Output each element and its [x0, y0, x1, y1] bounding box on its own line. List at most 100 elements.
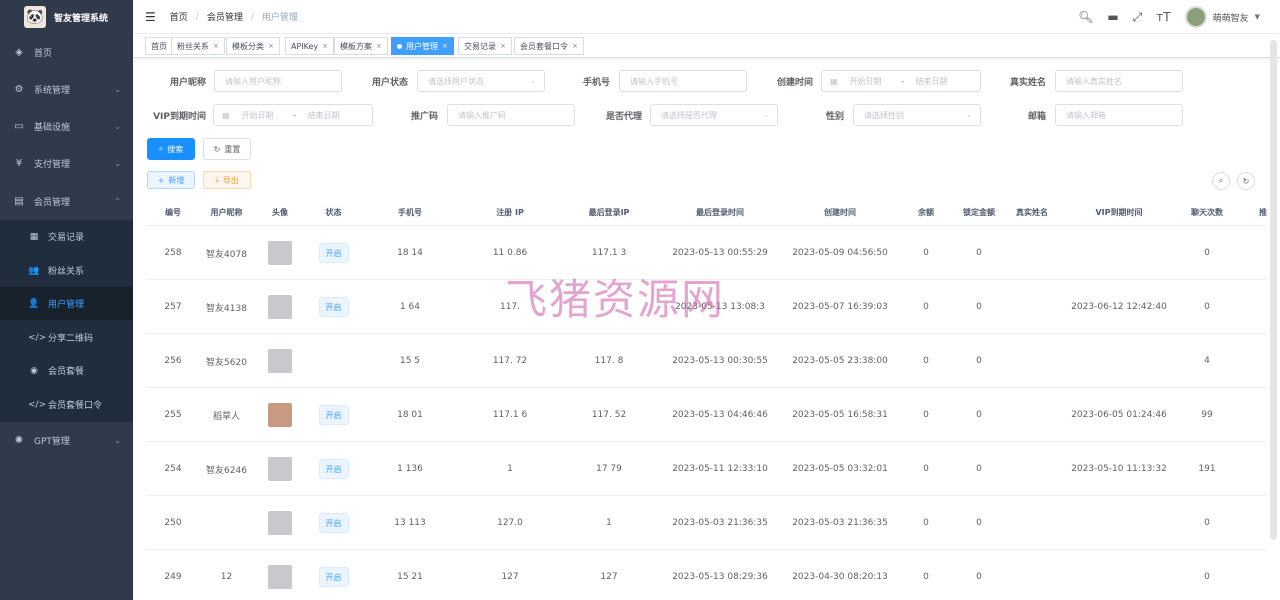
fullscreen-icon[interactable]: ⤢: [1133, 10, 1143, 25]
avatar[interactable]: [1184, 6, 1207, 28]
table-row[interactable]: 257 智友4138 开启 1 64 117. 2023-05-13 13:08:3 202…: [147, 280, 1267, 334]
phone-input[interactable]: 请输入手机号: [619, 70, 747, 92]
dashboard-icon: ◈: [15, 47, 23, 58]
table-row[interactable]: 258 智友4078 开启 18 14 11 0.86 117.1 3 2023-05-13…: [147, 226, 1267, 280]
sidebar-item-users[interactable]: 👤 用户管理: [0, 287, 133, 320]
col-created-time[interactable]: 创建时间: [783, 198, 897, 226]
sidebar-item-infra[interactable]: ▭ 基础设施 ⌄: [0, 108, 133, 145]
hamburger-icon[interactable]: ☰: [145, 10, 156, 24]
col-real-name[interactable]: 真实姓名: [1003, 198, 1061, 226]
search-icon[interactable]: 🔍︎: [1078, 10, 1093, 24]
reset-button[interactable]: ↻ 重置: [203, 138, 251, 160]
promo-code-input[interactable]: 请输入推广码: [447, 104, 575, 126]
status-select[interactable]: 请选择用户状态 ⌄: [417, 70, 545, 92]
col-avatar[interactable]: 头像: [254, 198, 306, 226]
font-size-icon[interactable]: тT: [1156, 10, 1170, 24]
agent-label: 是否代理: [605, 112, 642, 122]
cell-vip: [1061, 334, 1177, 388]
cell-realname: [1003, 442, 1061, 496]
sidebar-item-plans[interactable]: ◉ 会员套餐: [0, 354, 133, 387]
col-phone[interactable]: 手机号: [361, 198, 459, 226]
sidebar-item-payment[interactable]: ¥ 支付管理 ⌄: [0, 145, 133, 182]
col-status[interactable]: 状态: [306, 198, 361, 226]
sidebar-item-member[interactable]: ▤ 会员管理 ⌃: [0, 183, 133, 220]
col-locked-amount[interactable]: 锁定金额: [955, 198, 1003, 226]
col-last-login-ip[interactable]: 最后登录IP: [561, 198, 657, 226]
user-name[interactable]: 萌萌智友: [1213, 11, 1249, 24]
tag-template-plan[interactable]: 模板方案 ×: [334, 37, 388, 55]
col-balance[interactable]: 余额: [897, 198, 955, 226]
table-row[interactable]: 256 智友5620 15 5 117. 72 117. 8 2023-05-13 00:…: [147, 334, 1267, 388]
table-row[interactable]: 250 开启 13 113 127.0 1 2023-05-03 21:36:35 2023…: [147, 496, 1267, 550]
agent-select[interactable]: 请选择是否代理 ⌄: [650, 104, 778, 126]
tag-transactions[interactable]: 交易记录 ×: [458, 37, 512, 55]
tag-user-management[interactable]: 用户管理 ×: [391, 37, 454, 55]
status-badge[interactable]: 开启: [318, 405, 349, 425]
scrollbar[interactable]: [1270, 40, 1277, 540]
message-icon[interactable]: ▬: [1107, 10, 1118, 24]
status-badge[interactable]: 开启: [318, 243, 349, 263]
search-button[interactable]: ⌕ 搜索: [147, 138, 195, 160]
tag-home[interactable]: 首页: [145, 37, 173, 55]
table-row[interactable]: 249 12 开启 15 21 127 127 2023-05-13 08:29:36 202…: [147, 550, 1267, 600]
close-icon[interactable]: ×: [322, 42, 328, 50]
promo-code-label: 推广码: [410, 112, 438, 122]
caret-down-icon[interactable]: ▼: [1255, 13, 1260, 21]
close-icon[interactable]: ×: [442, 42, 448, 50]
col-nickname[interactable]: 用户昵称: [199, 198, 254, 226]
tag-template-category[interactable]: 模板分类 ×: [226, 37, 280, 55]
export-button[interactable]: ⤓ 导出: [203, 171, 251, 189]
table-row[interactable]: 255 稻草人 开启 18 01 117.1 6 117. 52 2023-05-13 04…: [147, 388, 1267, 442]
status-badge[interactable]: 开启: [318, 459, 349, 479]
sidebar-item-label: 粉丝关系: [48, 267, 85, 277]
avatar[interactable]: [268, 241, 292, 265]
cell-last-ip: 117. 8: [594, 356, 624, 366]
col-vip-expire[interactable]: VIP到期时间: [1061, 198, 1177, 226]
close-icon[interactable]: ×: [500, 42, 506, 50]
cell-phone: 15 5: [399, 356, 421, 366]
sidebar-item-home[interactable]: ◈ 首页: [0, 34, 133, 71]
refresh-button[interactable]: ↻: [1237, 172, 1255, 190]
sidebar-item-fans[interactable]: 👥 粉丝关系: [0, 254, 133, 287]
close-icon[interactable]: ×: [213, 42, 219, 50]
sidebar-item-system[interactable]: ⚙ 系统管理 ⌄: [0, 71, 133, 108]
avatar[interactable]: [268, 349, 292, 373]
avatar[interactable]: [268, 403, 292, 427]
avatar[interactable]: [268, 565, 292, 589]
gender-select[interactable]: 请选择性别 ⌄: [853, 104, 981, 126]
status-badge[interactable]: 开启: [318, 297, 349, 317]
col-last-login-time[interactable]: 最后登录时间: [657, 198, 783, 226]
add-button[interactable]: + 新增: [147, 171, 195, 189]
tag-fans[interactable]: 粉丝关系 ×: [171, 37, 225, 55]
breadcrumb-member[interactable]: 会员管理: [207, 10, 243, 23]
tag-label: APIKey: [291, 41, 319, 51]
status-badge[interactable]: 开启: [318, 567, 349, 587]
realname-input[interactable]: 请输入真实姓名: [1055, 70, 1183, 92]
email-input[interactable]: 请输入邮箱: [1055, 104, 1183, 126]
col-id[interactable]: 编号: [147, 198, 199, 226]
status-badge[interactable]: 开启: [318, 513, 349, 533]
app-logo[interactable]: 🐼 智友管理系统: [0, 0, 133, 34]
close-icon[interactable]: ×: [376, 42, 382, 50]
code-icon: </>: [28, 332, 47, 343]
sidebar-item-qrcode[interactable]: </> 分享二维码: [0, 321, 133, 354]
nickname-input[interactable]: 请输入用户昵称: [214, 70, 342, 92]
avatar[interactable]: [268, 457, 292, 481]
toggle-search-button[interactable]: ⌕: [1212, 172, 1230, 190]
avatar[interactable]: [268, 511, 292, 535]
col-chat-count[interactable]: 聊天次数: [1177, 198, 1237, 226]
created-time-range[interactable]: ▦ 开始日期 - 结束日期: [821, 70, 981, 92]
close-icon[interactable]: ×: [572, 42, 578, 50]
tag-plan-codes[interactable]: 会员套餐口令 ×: [514, 37, 584, 55]
col-promo[interactable]: 推: [1237, 198, 1267, 226]
breadcrumb-home[interactable]: 首页: [170, 10, 188, 23]
tag-apikey[interactable]: APIKey ×: [285, 37, 335, 55]
vip-expire-range[interactable]: ▦ 开始日期 - 结束日期: [213, 104, 373, 126]
sidebar-item-plan-codes[interactable]: </> 会员套餐口令: [0, 388, 133, 421]
sidebar-item-transactions[interactable]: ▦ 交易记录: [0, 220, 133, 253]
sidebar-item-gpt[interactable]: ✺ GPT管理 ⌄: [0, 422, 133, 459]
avatar[interactable]: [268, 295, 292, 319]
table-row[interactable]: 254 智友6246 开启 1 136 1 17 79 2023-05-11 12:33:1…: [147, 442, 1267, 496]
col-register-ip[interactable]: 注册 IP: [459, 198, 561, 226]
close-icon[interactable]: ×: [268, 42, 274, 50]
